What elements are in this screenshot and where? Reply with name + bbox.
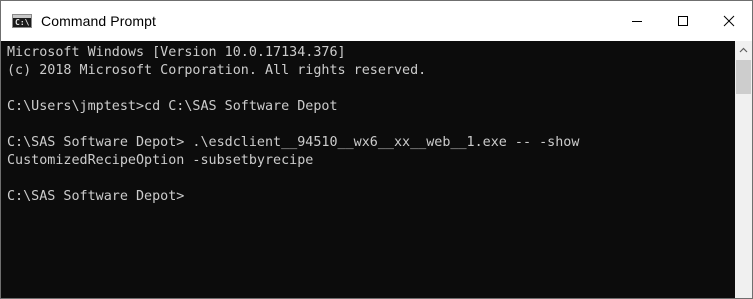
terminal-output[interactable]: Microsoft Windows [Version 10.0.17134.37… [1,41,735,298]
minimize-icon [632,21,642,22]
terminal-prompt-line: C:\SAS Software Depot> [7,189,185,204]
command-prompt-window: C:\ Command Prompt Microsoft Windows [Ve… [0,0,753,299]
cmd-icon[interactable]: C:\ [12,14,32,28]
scroll-up-button[interactable] [735,41,752,58]
terminal-line: CustomizedRecipeOption -subsetbyrecipe [7,153,314,168]
close-button[interactable] [706,1,752,41]
window-title: Command Prompt [41,13,156,29]
scroll-up-arrow-icon [739,47,748,52]
scrollbar-thumb[interactable] [736,60,751,94]
window-controls [614,1,752,41]
cmd-icon-label: C:\ [15,18,30,27]
vertical-scrollbar[interactable] [735,41,752,298]
close-icon [723,15,735,27]
terminal-line: Microsoft Windows [Version 10.0.17134.37… [7,45,346,60]
minimize-button[interactable] [614,1,660,41]
title-bar[interactable]: C:\ Command Prompt [1,1,752,41]
maximize-button[interactable] [660,1,706,41]
terminal-line: C:\SAS Software Depot> .\esdclient__9451… [7,135,580,150]
maximize-icon [678,16,688,26]
terminal-line: (c) 2018 Microsoft Corporation. All righ… [7,63,427,78]
terminal-line: C:\Users\jmptest>cd C:\SAS Software Depo… [7,99,338,114]
